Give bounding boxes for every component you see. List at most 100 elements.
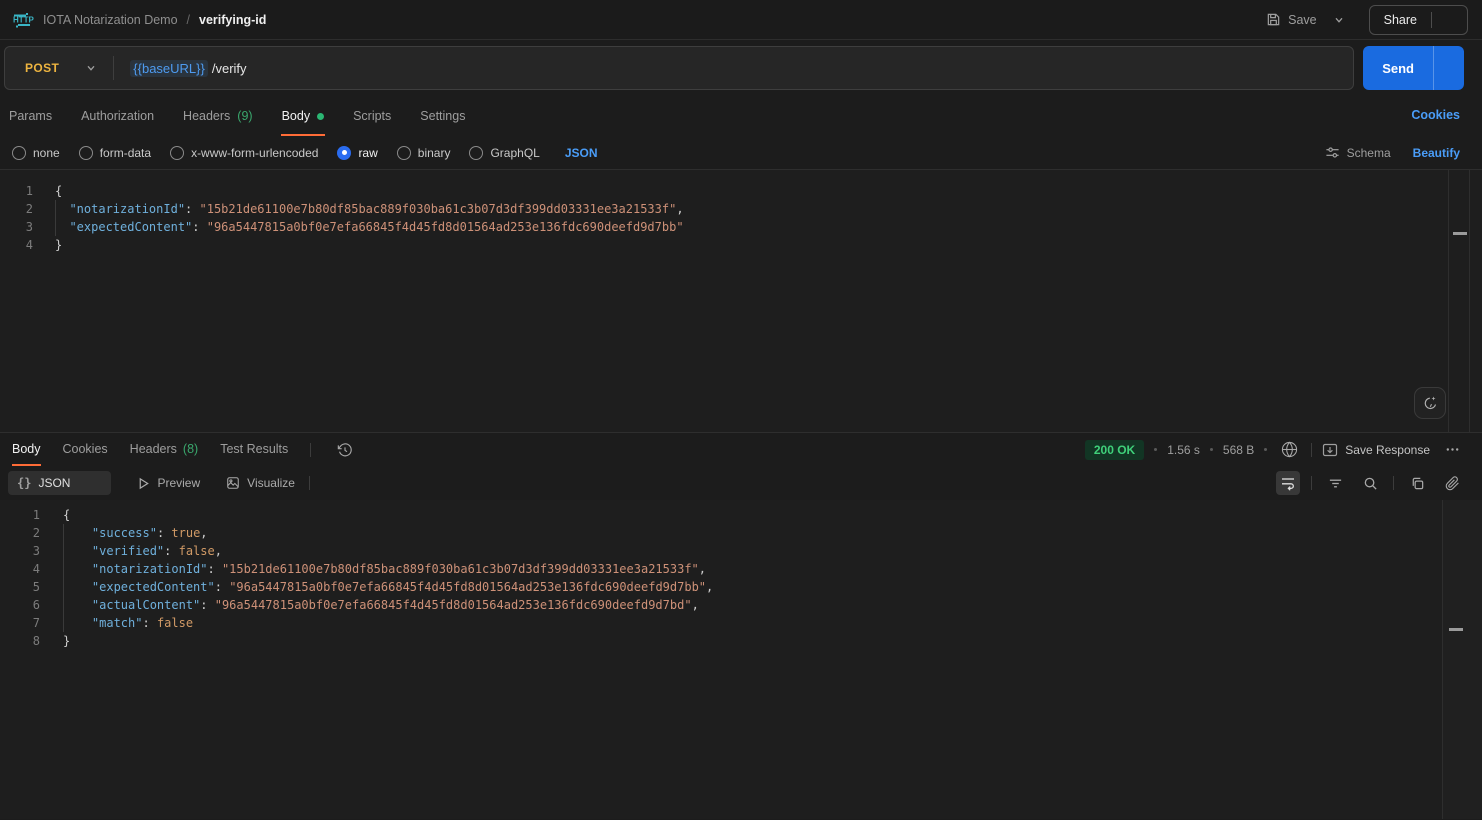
wrap-text-icon [1280, 475, 1296, 491]
send-button[interactable]: Send [1363, 46, 1433, 90]
chevron-down-icon [85, 62, 97, 74]
request-body-editor[interactable]: 1{2 "notarizationId": "15b21de61100e7b80… [0, 170, 1482, 432]
meta-divider [1311, 443, 1312, 457]
meta-separator-dot [1264, 448, 1267, 451]
request-editor-scrollbar[interactable] [1448, 170, 1470, 432]
code-line: 1{ [0, 182, 1482, 200]
language-selector[interactable]: JSON [565, 146, 627, 160]
postbot-button[interactable] [1414, 387, 1446, 419]
tab-headers-label: Headers [183, 109, 230, 123]
tab-params[interactable]: Params [8, 99, 53, 136]
line-number: 2 [0, 524, 40, 542]
tab-response-headers[interactable]: Headers (8) [130, 433, 199, 466]
filter-button[interactable] [1323, 471, 1347, 495]
code-line: 1{ [0, 506, 1482, 524]
tab-response-cookies[interactable]: Cookies [63, 433, 108, 466]
indent-guide [63, 524, 64, 542]
radio-circle-icon [170, 146, 184, 160]
radio-raw[interactable]: raw [337, 146, 377, 160]
language-label: JSON [565, 146, 598, 160]
line-number: 5 [0, 578, 40, 596]
request-bar: POST {{baseURL}} /verify Send [0, 40, 1482, 96]
scrollbar-thumb[interactable] [1449, 628, 1463, 631]
url-bar: POST {{baseURL}} /verify [4, 46, 1354, 90]
send-options-button[interactable] [1433, 46, 1464, 90]
indent-guide [63, 560, 64, 578]
copy-button[interactable] [1405, 471, 1429, 495]
save-response-button[interactable]: Save Response [1322, 443, 1430, 457]
tab-scripts[interactable]: Scripts [352, 99, 392, 136]
save-button[interactable]: Save [1266, 12, 1317, 27]
line-number: 1 [0, 182, 33, 200]
line-number: 3 [0, 218, 33, 236]
code-line: 2 "success": true, [0, 524, 1482, 542]
copy-link-button[interactable] [1440, 471, 1464, 495]
code-line: 8} [0, 632, 1482, 650]
visualize-options-chevron[interactable] [318, 471, 342, 495]
svg-text:HTTP: HTTP [13, 15, 34, 24]
response-format-selector[interactable]: {} JSON [8, 471, 111, 495]
preview-button[interactable]: Preview [137, 476, 200, 490]
breadcrumb-separator: / [187, 13, 190, 27]
code-line: 5 "expectedContent": "96a5447815a0bf0e7e… [0, 578, 1482, 596]
save-icon [1266, 12, 1281, 27]
search-icon [1363, 476, 1378, 491]
line-number: 4 [0, 236, 33, 254]
tab-headers[interactable]: Headers (9) [182, 99, 254, 136]
tab-authorization[interactable]: Authorization [80, 99, 155, 136]
response-editor-scrollbar[interactable] [1442, 500, 1482, 819]
code-line: 7 "match": false [0, 614, 1482, 632]
response-body-editor[interactable]: 1{2 "success": true,3 "verified": false,… [0, 500, 1482, 819]
tab-body[interactable]: Body [281, 99, 326, 136]
tab-response-body[interactable]: Body [12, 433, 41, 466]
radio-form-data-label: form-data [100, 146, 151, 160]
cookies-link[interactable]: Cookies [1411, 108, 1460, 136]
network-info-button[interactable] [1277, 438, 1301, 462]
response-format-label: JSON [38, 476, 70, 490]
code-line: 4 "notarizationId": "15b21de61100e7b80df… [0, 560, 1482, 578]
paperclip-icon [1445, 476, 1460, 491]
radio-binary-label: binary [418, 146, 451, 160]
wrap-text-button[interactable] [1276, 471, 1300, 495]
response-panel: Body Cookies Headers (8) Test Results 20… [0, 432, 1482, 819]
code-line: 3 "expectedContent": "96a5447815a0bf0e7e… [0, 218, 1482, 236]
save-response-label: Save Response [1345, 443, 1430, 457]
more-options-icon [1445, 442, 1460, 457]
url-path: /verify [212, 61, 247, 76]
url-input[interactable]: {{baseURL}} /verify [114, 47, 1353, 89]
radio-x-www-form-urlencoded[interactable]: x-www-form-urlencoded [170, 146, 318, 160]
indent-guide [63, 596, 64, 614]
share-button-group: Share [1369, 5, 1468, 35]
radio-none[interactable]: none [12, 146, 60, 160]
clock-history-icon [337, 442, 353, 458]
radio-urlencoded-label: x-www-form-urlencoded [191, 146, 318, 160]
method-selector[interactable]: POST [5, 61, 113, 75]
schema-button[interactable]: Schema [1325, 145, 1391, 160]
search-button[interactable] [1358, 471, 1382, 495]
beautify-button[interactable]: Beautify [1413, 146, 1460, 160]
breadcrumb: HTTP IOTA Notarization Demo / verifying-… [10, 9, 266, 31]
base-url-variable[interactable]: {{baseURL}} [130, 60, 208, 77]
send-button-group: Send [1363, 46, 1464, 90]
radio-form-data[interactable]: form-data [79, 146, 151, 160]
copy-link-button[interactable] [1432, 12, 1467, 27]
scrollbar-thumb[interactable] [1453, 232, 1467, 235]
tab-settings[interactable]: Settings [419, 99, 466, 136]
response-history-button[interactable] [333, 438, 357, 462]
radio-binary[interactable]: binary [397, 146, 451, 160]
visualize-button[interactable]: Visualize [226, 476, 295, 490]
body-modified-dot [317, 113, 324, 120]
more-actions-button[interactable] [1440, 438, 1464, 462]
meta-separator-dot [1210, 448, 1213, 451]
breadcrumb-collection[interactable]: IOTA Notarization Demo [43, 13, 178, 27]
image-icon [226, 476, 240, 490]
play-icon [137, 477, 150, 490]
response-tabs: Body Cookies Headers (8) Test Results 20… [0, 433, 1482, 466]
save-options-chevron[interactable] [1327, 10, 1351, 30]
radio-graphql[interactable]: GraphQL [469, 146, 539, 160]
share-button[interactable]: Share [1370, 13, 1431, 27]
tab-response-test-results[interactable]: Test Results [220, 433, 288, 466]
response-time: 1.56 s [1167, 443, 1200, 457]
body-type-row: none form-data x-www-form-urlencoded raw… [0, 136, 1482, 170]
filter-icon [1328, 476, 1343, 491]
